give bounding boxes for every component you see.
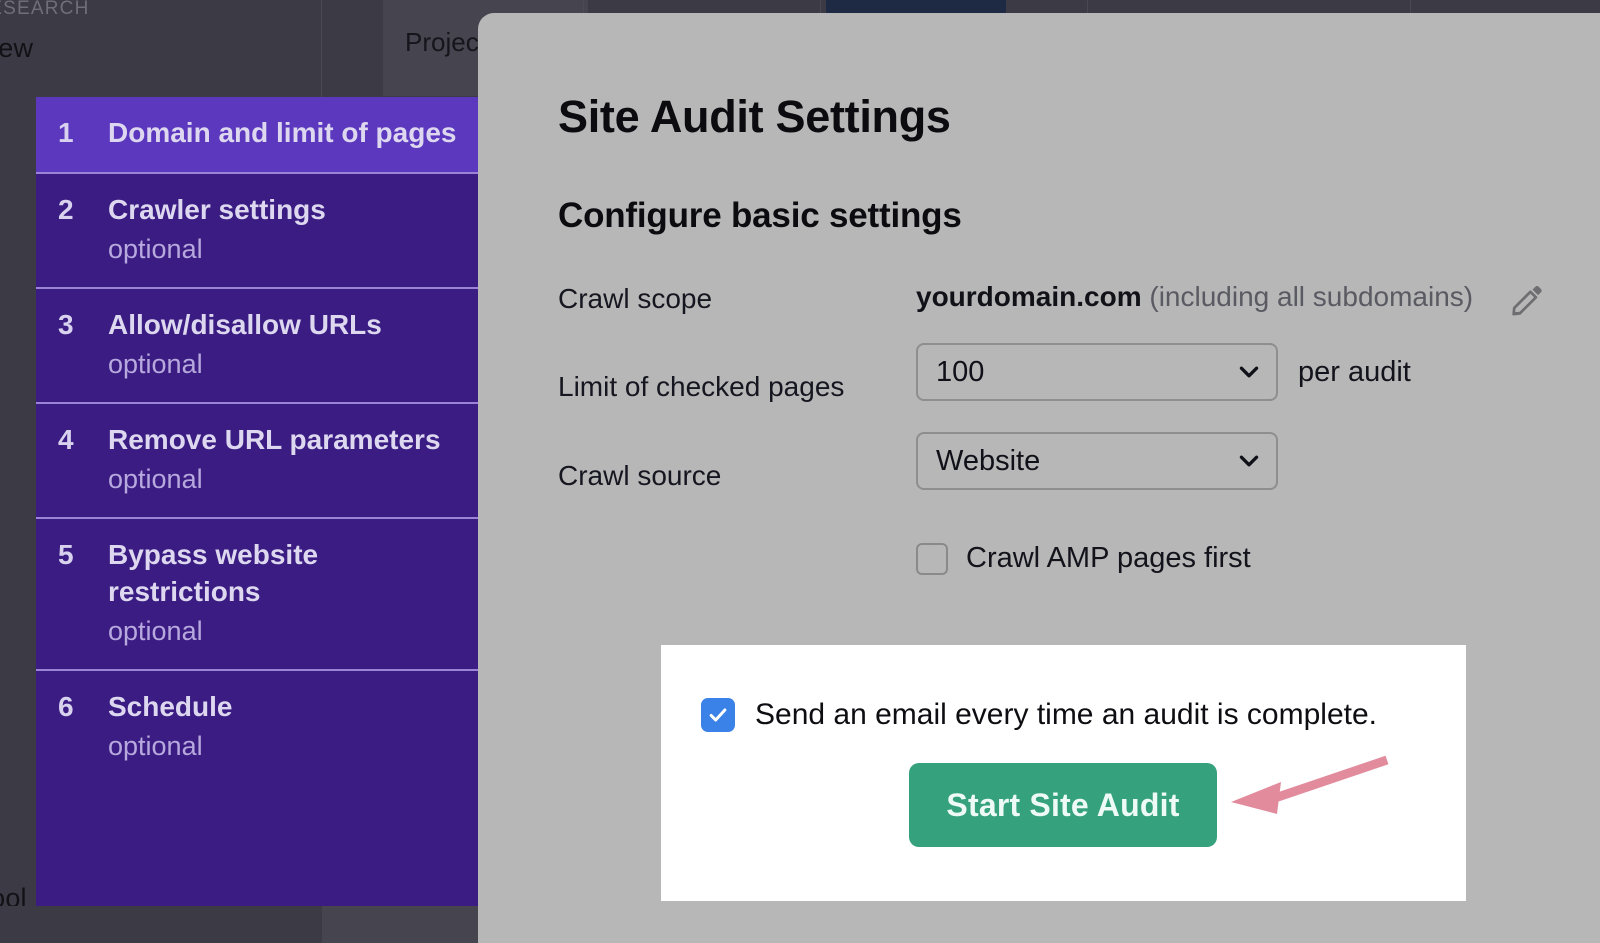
crawl-scope-note: (including all subdomains) xyxy=(1142,281,1474,312)
crawl-source-label: Crawl source xyxy=(558,460,721,492)
bottom-table-cell xyxy=(322,906,488,943)
amp-checkbox-row[interactable]: Crawl AMP pages first xyxy=(916,542,1251,575)
crawl-scope-row: Crawl scope xyxy=(558,283,712,315)
page-title: Site Audit Settings xyxy=(558,91,951,143)
step-number: 4 xyxy=(58,422,108,497)
project-tab-label: Projec xyxy=(405,27,479,58)
start-site-audit-button[interactable]: Start Site Audit xyxy=(909,763,1217,847)
email-notification-row[interactable]: Send an email every time an audit is com… xyxy=(701,698,1377,732)
limit-pages-label: Limit of checked pages xyxy=(558,371,844,403)
step-optional-label: optional xyxy=(108,462,466,497)
nav-item[interactable]: erview xyxy=(0,33,33,64)
step-title: Remove URL parameters xyxy=(108,422,466,459)
settings-steps-sidebar: 1 Domain and limit of pages 2 Crawler se… xyxy=(36,97,488,906)
step-optional-label: optional xyxy=(108,614,466,649)
crawl-source-field-group: Website xyxy=(916,432,1278,490)
limit-pages-suffix: per audit xyxy=(1298,356,1411,389)
limit-pages-field-group: 100 per audit xyxy=(916,343,1411,401)
section-heading: Configure basic settings xyxy=(558,196,962,236)
step-number: 1 xyxy=(58,115,108,152)
step-item-1[interactable]: 1 Domain and limit of pages xyxy=(36,97,488,172)
step-item-3[interactable]: 3 Allow/disallow URLs optional xyxy=(36,287,488,402)
nav-section-header: E RESEARCH xyxy=(0,0,90,20)
step-item-5[interactable]: 5 Bypass website restrictions optional xyxy=(36,517,488,669)
crawl-amp-label: Crawl AMP pages first xyxy=(966,542,1251,575)
crawl-scope-domain-text: yourdomain.com xyxy=(916,281,1142,312)
step-optional-label: optional xyxy=(108,232,466,267)
check-icon xyxy=(707,704,729,726)
crawl-source-row: Crawl source xyxy=(558,460,721,492)
step-optional-label: optional xyxy=(108,729,466,764)
step-number: 2 xyxy=(58,192,108,267)
chevron-down-icon xyxy=(1236,448,1262,474)
crawl-source-value: Website xyxy=(936,445,1226,478)
step-title: Bypass website restrictions xyxy=(108,537,466,611)
step-item-6[interactable]: 6 Schedule optional xyxy=(36,669,488,784)
chevron-down-icon xyxy=(1236,359,1262,385)
step-title: Schedule xyxy=(108,689,466,726)
bottom-nav-remnant xyxy=(0,906,322,943)
send-email-checkbox[interactable] xyxy=(701,698,735,732)
limit-pages-value: 100 xyxy=(936,356,1226,389)
step-optional-label: optional xyxy=(108,347,466,382)
step-title: Allow/disallow URLs xyxy=(108,307,466,344)
crawl-scope-label: Crawl scope xyxy=(558,283,712,315)
crawl-scope-domain: yourdomain.com (including all subdomains… xyxy=(916,281,1473,313)
start-audit-card: Send an email every time an audit is com… xyxy=(661,645,1466,901)
crawl-amp-checkbox[interactable] xyxy=(916,543,948,575)
step-number: 3 xyxy=(58,307,108,382)
crawl-scope-value-group: yourdomain.com (including all subdomains… xyxy=(916,281,1473,313)
screenshot-root: E RESEARCH ESE IG erview ytic sea ap p v… xyxy=(0,0,1600,943)
step-number: 5 xyxy=(58,537,108,649)
crawl-source-select[interactable]: Website xyxy=(916,432,1278,490)
step-title: Domain and limit of pages xyxy=(108,115,466,152)
step-item-4[interactable]: 4 Remove URL parameters optional xyxy=(36,402,488,517)
send-email-label: Send an email every time an audit is com… xyxy=(755,698,1377,732)
limit-pages-select[interactable]: 100 xyxy=(916,343,1278,401)
limit-pages-row: Limit of checked pages xyxy=(558,371,844,403)
step-title: Crawler settings xyxy=(108,192,466,229)
step-item-2[interactable]: 2 Crawler settings optional xyxy=(36,172,488,287)
step-number: 6 xyxy=(58,689,108,764)
pencil-icon[interactable] xyxy=(1510,283,1544,317)
